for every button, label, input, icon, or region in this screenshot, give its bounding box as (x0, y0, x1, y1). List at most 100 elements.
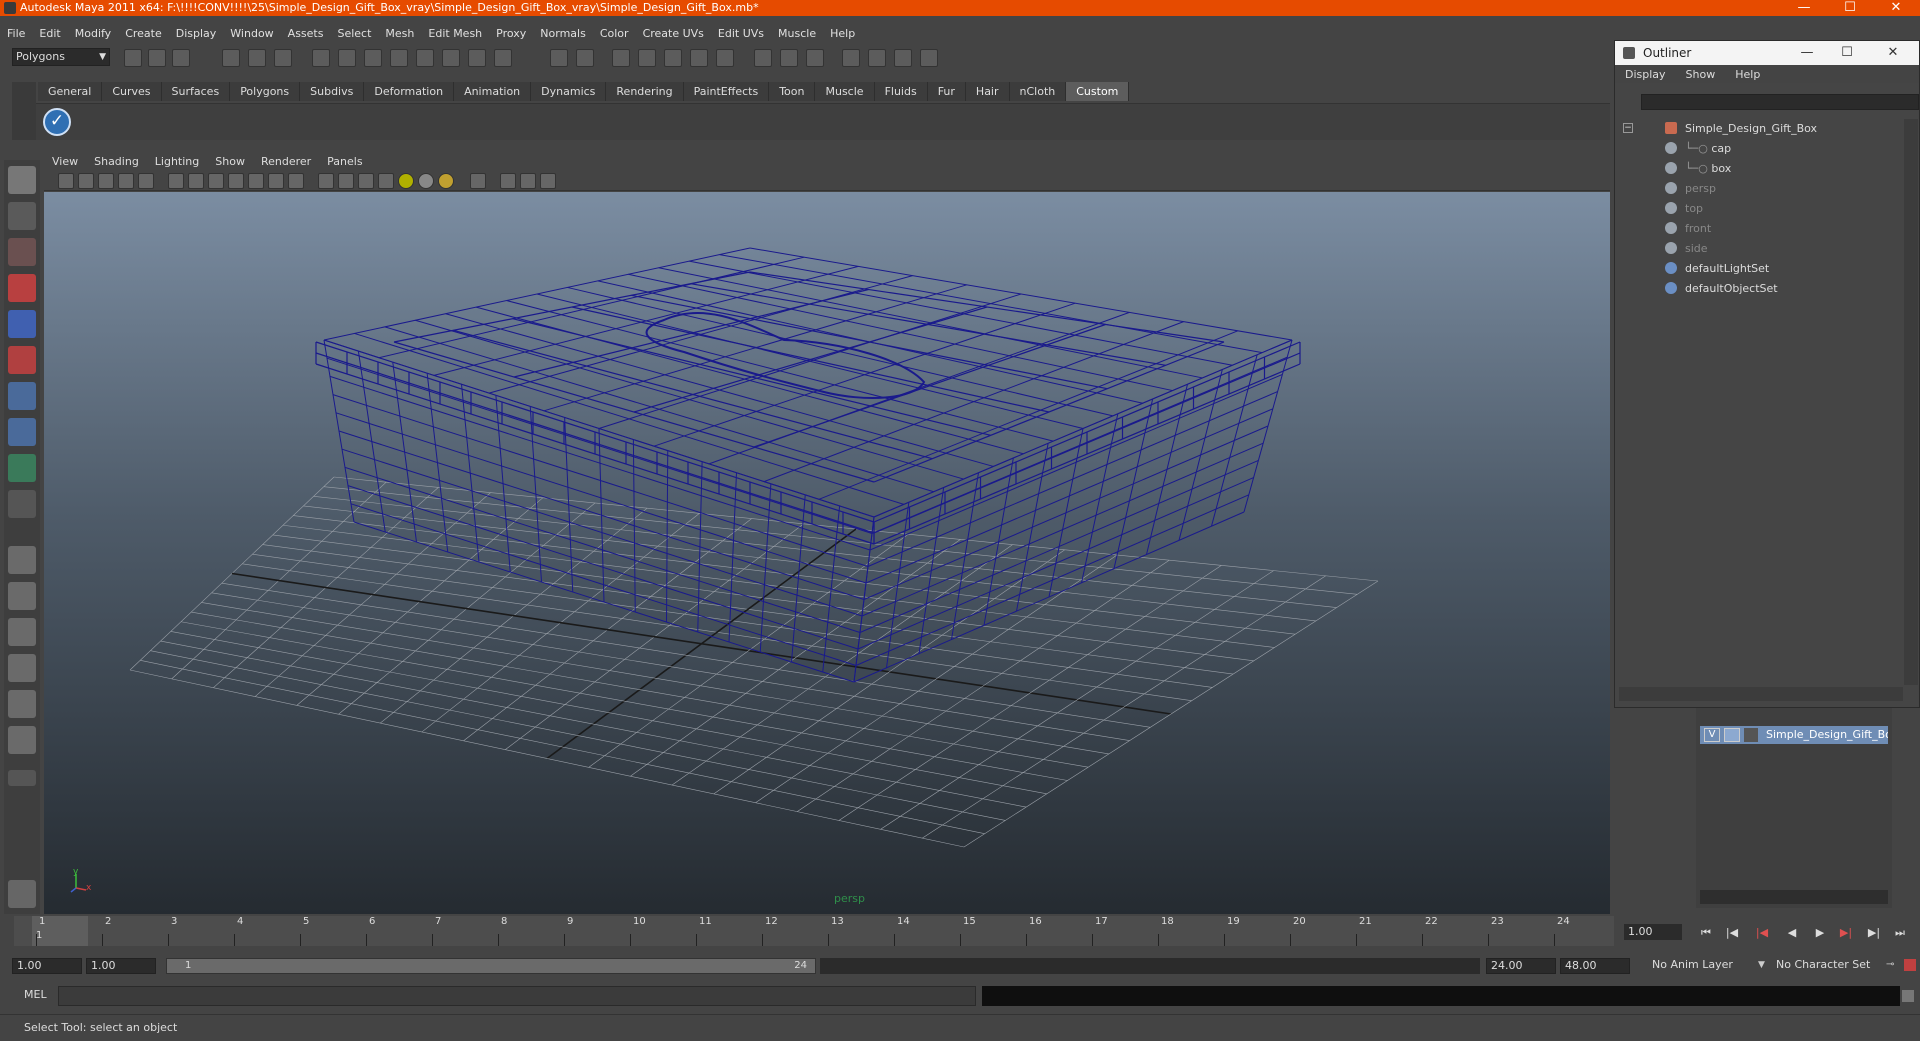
save-scene-icon[interactable] (172, 49, 190, 67)
rotate-tool-icon[interactable] (8, 310, 36, 338)
current-time-field[interactable]: 1.00 (1624, 924, 1682, 940)
tab-custom[interactable]: Custom (1066, 82, 1130, 101)
script-editor-icon[interactable] (1902, 990, 1914, 1002)
outliner-menu-show[interactable]: Show (1676, 68, 1726, 81)
snap-surface-icon[interactable] (416, 49, 434, 67)
paint-select-tool-icon[interactable] (8, 238, 36, 266)
wireframe-on-shaded-icon[interactable] (358, 173, 374, 189)
outliner-item-gift-box[interactable]: Simple_Design_Gift_Box (1665, 119, 1817, 139)
outliner-maximize-button[interactable]: ☐ (1829, 41, 1865, 65)
textured-icon[interactable] (378, 173, 394, 189)
anim-layer-selector[interactable]: No Anim Layer (1648, 958, 1756, 974)
snap-point-icon[interactable] (364, 49, 382, 67)
select-tool-icon[interactable] (8, 166, 36, 194)
tool-settings-icon[interactable] (842, 49, 860, 67)
menu-assets[interactable]: Assets (281, 27, 331, 40)
snap-live-icon[interactable] (442, 49, 460, 67)
wireframe-shading-icon[interactable] (318, 173, 334, 189)
hypershade-icon[interactable] (716, 49, 734, 67)
attribute-editor-icon[interactable] (806, 49, 824, 67)
tab-animation[interactable]: Animation (454, 82, 532, 101)
menu-color[interactable]: Color (593, 27, 636, 40)
safe-title-icon[interactable] (288, 173, 304, 189)
outliner-toggle-icon[interactable] (894, 49, 912, 67)
chevron-down-icon[interactable]: ▼ (1758, 960, 1765, 970)
layout-four-pane-icon[interactable] (8, 582, 36, 610)
go-to-start-icon[interactable]: ⏮ (1696, 926, 1716, 940)
channel-box-icon[interactable] (780, 49, 798, 67)
outliner-horizontal-scrollbar[interactable] (1619, 687, 1903, 701)
collapse-icon[interactable]: − (1623, 123, 1633, 133)
outliner-item-persp[interactable]: persp (1665, 179, 1716, 199)
playback-start-field[interactable]: 1.00 (86, 958, 156, 974)
menu-proxy[interactable]: Proxy (489, 27, 533, 40)
history-icon[interactable] (576, 49, 594, 67)
snap-curve-icon[interactable] (338, 49, 356, 67)
tab-toon[interactable]: Toon (769, 82, 816, 101)
ipr-render-icon[interactable] (664, 49, 682, 67)
menu-select[interactable]: Select (330, 27, 378, 40)
menu-help[interactable]: Help (823, 27, 862, 40)
smooth-shading-icon[interactable] (338, 173, 354, 189)
close-button[interactable]: ✕ (1878, 0, 1914, 16)
viewport-menu-renderer[interactable]: Renderer (253, 155, 319, 168)
select-hierarchy-icon[interactable] (222, 49, 240, 67)
select-component-icon[interactable] (274, 49, 292, 67)
xray-joints-icon[interactable] (520, 173, 536, 189)
menu-display[interactable]: Display (169, 27, 224, 40)
layer-editor-scrollbar[interactable] (1700, 890, 1888, 904)
character-set-selector[interactable]: No Character Set (1772, 958, 1882, 974)
graph-editor-icon[interactable] (920, 49, 938, 67)
camera-attributes-icon[interactable] (78, 173, 94, 189)
menu-window[interactable]: Window (223, 27, 280, 40)
outliner-item-default-light-set[interactable]: defaultLightSet (1665, 259, 1769, 279)
bookmark-icon[interactable] (98, 173, 114, 189)
image-plane-icon[interactable] (118, 173, 134, 189)
all-lights-icon[interactable] (418, 173, 434, 189)
maximize-button[interactable]: ☐ (1832, 0, 1868, 16)
layout-more-icon[interactable] (8, 770, 36, 786)
scale-tool-icon[interactable] (8, 346, 36, 374)
layout-single-pane-icon[interactable] (8, 546, 36, 574)
outliner-item-cap[interactable]: └─○ cap (1665, 139, 1731, 159)
step-back-frame-icon[interactable]: |◀ (1722, 926, 1742, 940)
outliner-close-button[interactable]: ✕ (1875, 41, 1911, 65)
tab-polygons[interactable]: Polygons (230, 82, 301, 101)
outliner-minimize-button[interactable]: — (1789, 41, 1825, 65)
tab-rendering[interactable]: Rendering (606, 82, 684, 101)
tab-subdivs[interactable]: Subdivs (300, 82, 365, 101)
display-layer-row[interactable]: V Simple_Design_Gift_Box_ (1700, 726, 1888, 744)
viewport-menu-panels[interactable]: Panels (319, 155, 370, 168)
menu-create[interactable]: Create (118, 27, 169, 40)
outliner-menu-display[interactable]: Display (1615, 68, 1676, 81)
tab-curves[interactable]: Curves (102, 82, 162, 101)
tab-deformation[interactable]: Deformation (364, 82, 455, 101)
snap-view-icon[interactable] (468, 49, 486, 67)
field-chart-icon[interactable] (248, 173, 264, 189)
tab-surfaces[interactable]: Surfaces (161, 82, 231, 101)
backface-culling-icon[interactable] (540, 173, 556, 189)
go-to-end-icon[interactable]: ⏭ (1890, 926, 1910, 940)
animation-start-field[interactable]: 1.00 (12, 958, 82, 974)
safe-action-icon[interactable] (268, 173, 284, 189)
input-line-icon[interactable] (754, 49, 772, 67)
minimize-button[interactable]: — (1786, 0, 1822, 16)
viewport-menu-show[interactable]: Show (207, 155, 253, 168)
menu-modify[interactable]: Modify (68, 27, 118, 40)
step-forward-frame-icon[interactable]: ▶| (1864, 926, 1884, 940)
lasso-tool-icon[interactable] (8, 202, 36, 230)
show-manipulator-icon[interactable] (8, 454, 36, 482)
layout-persp-outliner-icon[interactable] (8, 726, 36, 754)
step-back-key-icon[interactable]: |◀ (1752, 926, 1772, 940)
quick-layout-icon[interactable] (8, 880, 36, 908)
viewport-menu-lighting[interactable]: Lighting (147, 155, 207, 168)
key-icon[interactable]: ⊸ (1886, 959, 1894, 970)
grid-toggle-icon[interactable] (168, 173, 184, 189)
gate-mask-icon[interactable] (228, 173, 244, 189)
play-forwards-icon[interactable]: ▶ (1810, 926, 1830, 940)
outliner-filter-input[interactable] (1641, 94, 1919, 110)
2d-pan-zoom-icon[interactable] (138, 173, 154, 189)
menu-file[interactable]: File (0, 27, 32, 40)
new-scene-icon[interactable] (124, 49, 142, 67)
mode-selector[interactable]: Polygons ▼ (12, 48, 110, 66)
